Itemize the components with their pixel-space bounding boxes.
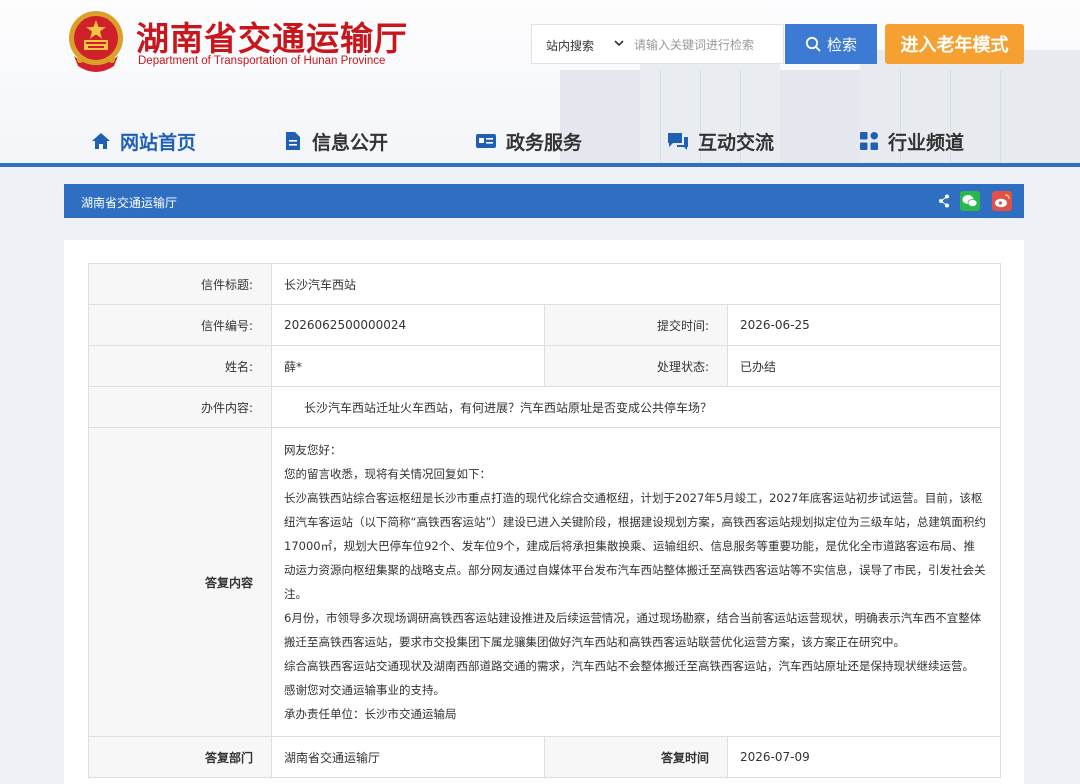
wechat-icon[interactable] [960,191,980,211]
share-icon[interactable] [938,194,950,208]
reply-cell: 网友您好： 您的留言收悉，现将有关情况回复如下： 长沙高铁西站综合客运枢纽是长沙… [270,427,1002,737]
table-row: 答复内容 网友您好： 您的留言收悉，现将有关情况回复如下： 长沙高铁西站综合客运… [88,427,1002,737]
service-card-icon [476,134,496,148]
search-scope-select[interactable]: 站内搜索 [546,37,594,54]
reply-dept-label: 答复部门 [88,736,272,778]
status-value: 已办结 [726,345,1002,387]
reply-paragraph: 综合高铁西客运站交通现状及湖南西部道路交通的需求，汽车西站不会整体搬迁至高铁西客… [284,659,974,673]
nav-item-info[interactable]: 信息公开 [283,126,388,156]
nav-item-home[interactable]: 网站首页 [91,126,196,156]
content-label: 办件内容: [88,386,272,428]
reply-paragraph: 承办责任单位：长沙市交通运输局 [284,707,457,721]
building-line [1000,70,1001,164]
nav-label: 互动交流 [698,131,775,154]
nav-item-interaction[interactable]: 互动交流 [667,126,774,156]
name-label: 姓名: [88,345,272,387]
reply-paragraph: 您的留言收悉，现将有关情况回复如下： [284,467,491,481]
document-icon [286,132,300,150]
table-row: 答复部门 湖南省交通运输厅 答复时间 2026-07-09 [88,736,1002,778]
national-emblem-logo[interactable] [64,8,128,74]
table-row: 信件标题: 长沙汽车西站 [88,263,1002,305]
search-box: 站内搜索 [531,24,784,64]
chat-icon [668,133,688,150]
reply-body: 网友您好： 您的留言收悉，现将有关情况回复如下： 长沙高铁西站综合客运枢纽是长沙… [272,428,1000,736]
weibo-icon[interactable] [992,191,1012,211]
letter-title-label: 信件标题: [88,263,272,305]
reply-paragraph: 长沙高铁西站综合客运枢纽是长沙市重点打造的现代化综合交通枢纽，计划于2027年5… [284,491,986,601]
letter-number-value: 2026062500000024 [271,304,545,346]
table-row: 办件内容: 长沙汽车西站迁址火车西站，有何进展？汽车西站原址是否变成公共停车场？ [88,386,1002,428]
content-value: 长沙汽车西站迁址火车西站，有何进展？汽车西站原址是否变成公共停车场？ [270,386,1002,428]
reply-paragraph: 网友您好： [284,443,342,457]
breadcrumb-bar: 湖南省交通运输厅 [64,184,1024,218]
status-label: 处理状态: [544,345,728,387]
elder-mode-label: 进入老年模式 [900,35,1009,56]
grid-icon [860,132,878,150]
nav-label: 网站首页 [120,131,197,154]
site-title[interactable]: 湖南省交通运输厅 [136,12,408,60]
table-row: 姓名: 薛* 处理状态: 已办结 [88,345,1002,387]
nav-label: 信息公开 [312,131,389,154]
home-icon [92,133,110,149]
search-input[interactable] [634,35,779,55]
nav-item-industry[interactable]: 行业频道 [859,126,964,156]
reply-label: 答复内容 [88,427,272,737]
search-button-label: 检索 [826,35,857,54]
letter-number-label: 信件编号: [88,304,272,346]
letter-title-value: 长沙汽车西站 [270,263,1002,305]
reply-time-value: 2026-07-09 [726,736,1002,778]
reply-paragraph: 感谢您对交通运输事业的支持。 [284,683,445,697]
nav-label: 行业频道 [888,131,965,154]
submit-time-label: 提交时间: [544,304,728,346]
site-subtitle: Department of Transportation of Hunan Pr… [138,55,386,67]
header-divider [0,163,1080,167]
reply-time-label: 答复时间 [544,736,728,778]
site-header: 湖南省交通运输厅 Department of Transportation of… [0,0,1080,164]
elder-mode-button[interactable]: 进入老年模式 [885,24,1024,64]
chevron-down-icon[interactable] [614,36,624,50]
name-value: 薛* [271,345,545,387]
reply-dept-value: 湖南省交通运输厅 [271,736,545,778]
reply-paragraph: 6月份，市领导多次现场调研高铁西客运站建设推进及后续运营情况，通过现场勘察，结合… [284,611,982,649]
search-button[interactable]: 检索 [785,24,877,64]
nav-label: 政务服务 [506,131,583,154]
table-row: 信件编号: 2026062500000024 提交时间: 2026-06-25 [88,304,1002,346]
submit-time-value: 2026-06-25 [726,304,1002,346]
nav-item-service[interactable]: 政务服务 [475,126,582,156]
search-icon [805,36,821,52]
building-line [660,70,661,164]
letter-detail-table: 信件标题: 长沙汽车西站 信件编号: 2026062500000024 提交时间… [88,263,1002,778]
breadcrumb[interactable]: 湖南省交通运输厅 [81,194,177,211]
